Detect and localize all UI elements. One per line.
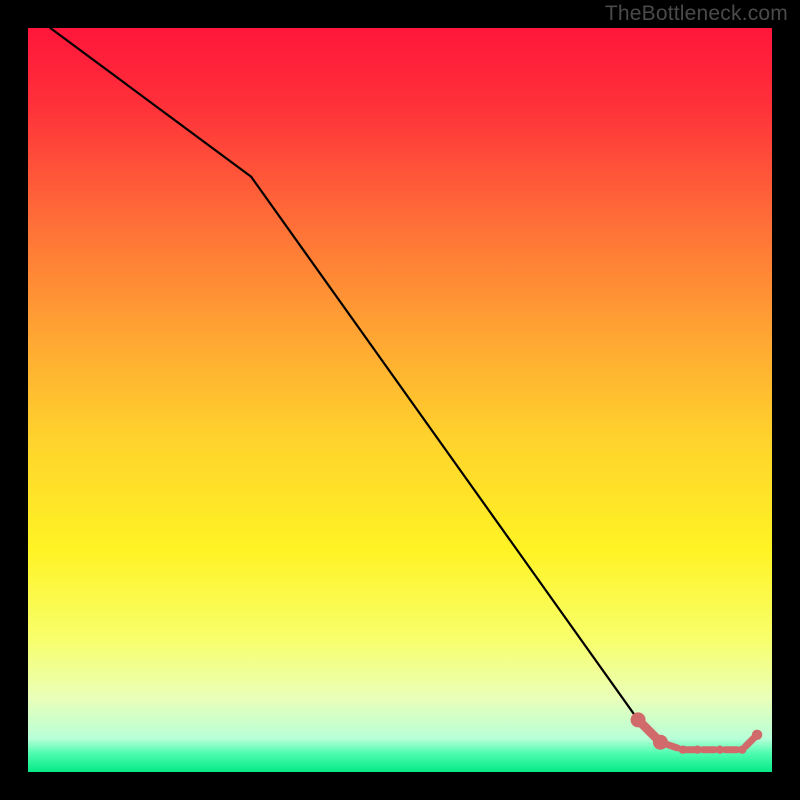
watermark-text: TheBottleneck.com	[605, 2, 788, 26]
marker-dot	[656, 738, 664, 746]
marker-dot	[631, 712, 646, 727]
plot-background	[28, 28, 772, 772]
marker-dot	[693, 746, 701, 754]
marker-dot	[752, 730, 762, 740]
marker-dash	[666, 744, 677, 748]
marker-dot	[738, 746, 746, 754]
chart-stage: TheBottleneck.com	[0, 0, 800, 800]
marker-dot	[716, 746, 724, 754]
bottleneck-chart	[0, 0, 800, 800]
marker-dot	[679, 746, 687, 754]
